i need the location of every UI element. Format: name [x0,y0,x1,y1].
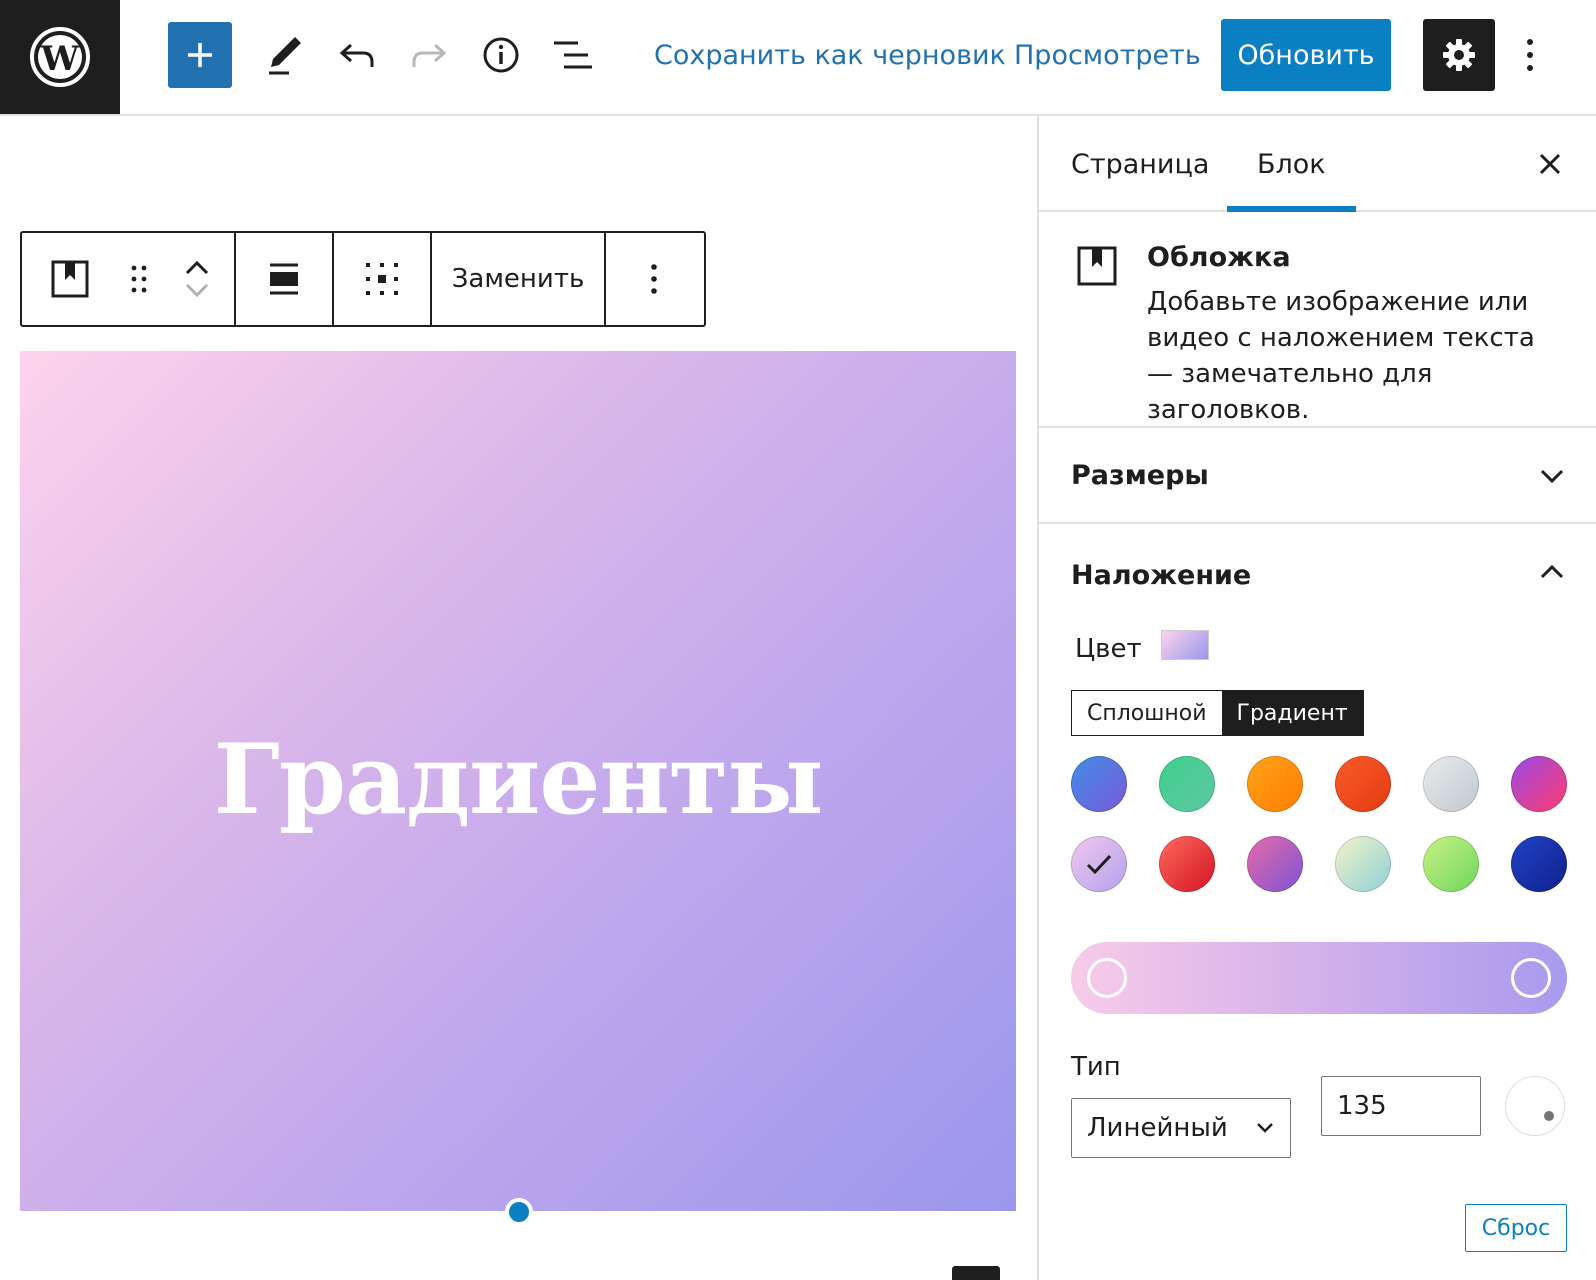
check-icon [1086,854,1112,875]
gradient-swatch[interactable] [1511,756,1567,812]
undo-icon [339,43,374,67]
editor-canvas: Заменить Градиенты [0,116,1037,1280]
gradient-mode-button[interactable]: Градиент [1221,691,1363,735]
info-icon [483,37,519,73]
preview-link[interactable]: Просмотреть [1014,22,1201,88]
gradient-swatch[interactable] [1247,836,1303,892]
update-button[interactable]: Обновить [1221,19,1391,91]
cover-resize-handle[interactable] [505,1198,533,1226]
tab-page[interactable]: Страница [1071,116,1209,212]
block-movers [161,233,234,325]
gradient-swatch[interactable] [1159,836,1215,892]
details-button[interactable] [476,22,526,88]
gradient-swatch[interactable] [1159,756,1215,812]
cover-block-icon [51,260,89,298]
list-view-button[interactable] [548,22,598,88]
panel-overlay: Наложение Цвет Сплошной Градиент Тип Лин… [1039,524,1596,1264]
align-button[interactable] [236,233,332,325]
undo-button[interactable] [332,22,382,88]
reset-button[interactable]: Сброс [1465,1204,1567,1252]
color-mode-toggle: Сплошной Градиент [1071,690,1364,736]
cover-block[interactable]: Градиенты [20,351,1016,1211]
block-card-description: Добавьте изображение или видео с наложен… [1147,287,1535,425]
gradient-stop-start[interactable] [1087,958,1127,998]
gradient-angle-dial[interactable] [1505,1076,1565,1136]
block-card-title: Обложка [1147,242,1291,273]
overlay-color-label: Цвет [1075,634,1142,664]
gradient-swatch[interactable] [1247,756,1303,812]
content-position-button[interactable] [334,233,430,325]
gradient-type-label: Тип [1071,1052,1121,1082]
save-draft-link[interactable]: Сохранить как черновик [654,22,1006,88]
gradient-swatch[interactable] [1423,836,1479,892]
solid-mode-button[interactable]: Сплошной [1072,691,1222,735]
gradient-swatch[interactable] [1423,756,1479,812]
options-menu-button[interactable] [1510,22,1550,88]
plus-icon [188,43,212,67]
gradient-angle-input[interactable] [1321,1076,1481,1136]
pencil-icon [269,37,301,75]
move-up-icon[interactable] [183,257,211,279]
more-vertical-icon [1527,39,1533,71]
gradient-type-select[interactable]: Линейный [1071,1098,1291,1158]
redo-button[interactable] [404,22,454,88]
align-full-icon [270,263,298,295]
gradient-stop-end[interactable] [1511,958,1551,998]
add-block-button[interactable] [168,22,232,88]
block-card: Обложка Добавьте изображение или видео с… [1039,212,1596,428]
gradient-type-value: Линейный [1087,1113,1228,1143]
overlay-color-indicator[interactable] [1161,630,1209,660]
gear-icon [1443,39,1475,71]
gradient-swatch[interactable] [1071,756,1127,812]
cover-heading[interactable]: Градиенты [20,723,1016,836]
block-inserter-tab[interactable] [952,1266,1000,1280]
block-toolbar-group-position [334,233,432,325]
redo-icon [412,43,447,67]
cover-block-icon [1077,246,1117,286]
block-toolbar-group-more [606,233,702,325]
editor-header: W Сохранить как черновик Просмотреть Обн… [0,0,1596,116]
drag-handle[interactable] [117,233,161,325]
gradient-swatch[interactable] [1511,836,1567,892]
drag-handle-icon [131,265,147,293]
chevron-down-icon [1257,1123,1273,1133]
settings-sidebar: Страница Блок Обложка Добавьте изображен… [1037,116,1596,1280]
close-sidebar-button[interactable] [1532,146,1568,182]
chevron-up-icon[interactable] [1538,560,1566,584]
move-down-icon[interactable] [183,279,211,301]
angle-dial-indicator [1544,1111,1554,1121]
sidebar-tabs: Страница Блок [1039,116,1596,212]
tools-button[interactable] [260,22,310,88]
settings-button[interactable] [1423,19,1495,91]
block-options-button[interactable] [606,233,702,325]
tab-block[interactable]: Блок [1227,116,1356,212]
block-type-button[interactable] [22,233,117,325]
block-toolbar-group-parent [22,233,236,325]
block-toolbar: Заменить [20,231,706,327]
wordpress-logo-icon: W [30,27,90,87]
more-vertical-icon [651,264,657,294]
replace-button[interactable]: Заменить [432,233,604,325]
block-toolbar-group-align [236,233,334,325]
close-icon [1539,153,1561,175]
content-position-icon [366,263,398,295]
gradient-swatch[interactable] [1335,756,1391,812]
panel-overlay-title[interactable]: Наложение [1071,560,1251,591]
wordpress-logo-button[interactable]: W [0,0,120,114]
svg-text:W: W [40,39,80,79]
chevron-down-icon [1540,469,1564,484]
gradient-bar[interactable] [1071,942,1567,1014]
gradient-swatch[interactable] [1071,836,1127,892]
gradient-swatch[interactable] [1335,836,1391,892]
panel-dimensions-title: Размеры [1071,460,1209,491]
list-view-icon [554,41,592,69]
panel-dimensions[interactable]: Размеры [1039,428,1596,524]
block-toolbar-group-replace: Заменить [432,233,606,325]
